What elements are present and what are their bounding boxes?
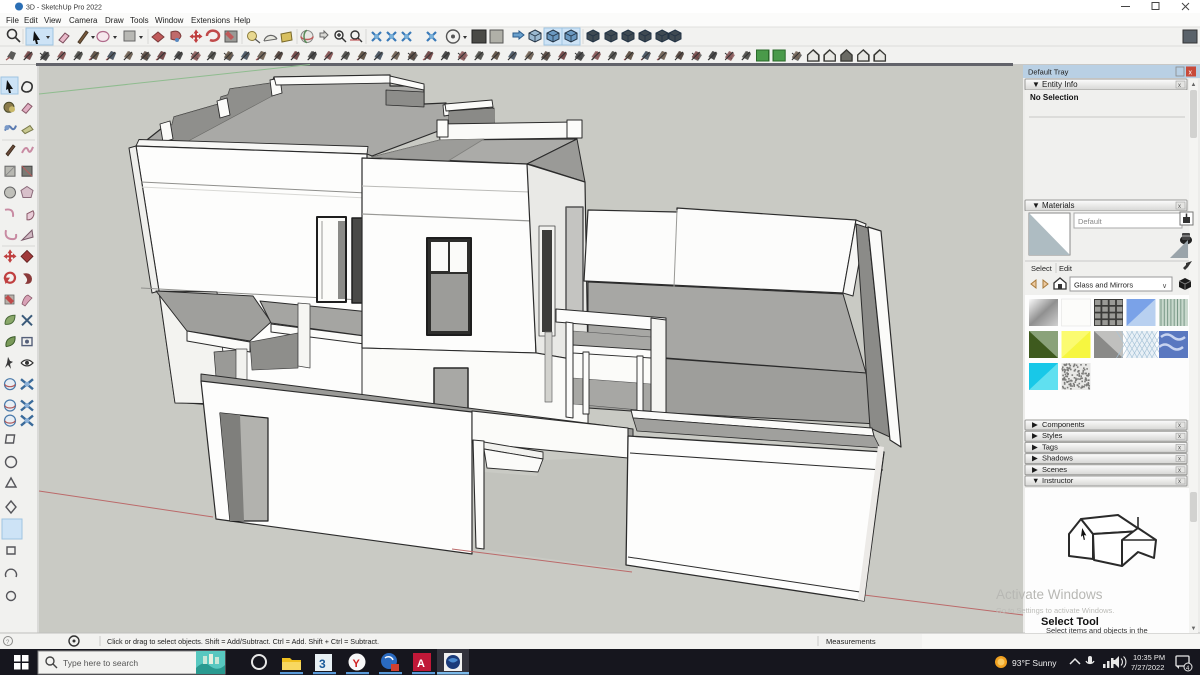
svg-text:Type here to search: Type here to search xyxy=(63,658,138,668)
svg-text:Help: Help xyxy=(234,16,251,25)
svg-text:Window: Window xyxy=(155,16,184,25)
svg-text:x: x xyxy=(1178,434,1181,440)
svg-text:Draw: Draw xyxy=(105,16,124,25)
svg-text:Tools: Tools xyxy=(130,16,149,25)
svg-text:▼: ▼ xyxy=(1032,476,1039,485)
svg-text:∨: ∨ xyxy=(1162,283,1167,290)
svg-text:Go to Settings to activate Win: Go to Settings to activate Windows. xyxy=(996,606,1114,615)
svg-text:▼: ▼ xyxy=(1032,80,1040,89)
svg-text:No Selection: No Selection xyxy=(1030,93,1079,102)
svg-text:Instructor: Instructor xyxy=(1042,476,1074,485)
svg-text:Select: Select xyxy=(1031,264,1053,273)
svg-text:93°F Sunny: 93°F Sunny xyxy=(1012,658,1057,668)
svg-text:3: 3 xyxy=(319,657,326,671)
svg-text:▼: ▼ xyxy=(1191,626,1197,632)
svg-text:▼: ▼ xyxy=(1032,201,1040,210)
svg-text:x: x xyxy=(1178,423,1181,429)
svg-text:View: View xyxy=(44,16,61,25)
svg-text:A: A xyxy=(417,658,425,670)
svg-text:x: x xyxy=(1189,70,1193,77)
svg-text:Edit: Edit xyxy=(1059,264,1073,273)
svg-text:Y: Y xyxy=(353,658,361,670)
svg-text:Click or drag to select object: Click or drag to select objects. Shift =… xyxy=(107,637,379,646)
svg-text:File: File xyxy=(6,16,19,25)
svg-text:x: x xyxy=(1178,204,1181,210)
svg-text:3D - SketchUp Pro 2022: 3D - SketchUp Pro 2022 xyxy=(26,5,102,12)
svg-text:Materials: Materials xyxy=(1042,201,1074,210)
svg-text:Measurements: Measurements xyxy=(826,637,876,646)
svg-text:Extensions: Extensions xyxy=(191,16,230,25)
svg-text:7/27/2022: 7/27/2022 xyxy=(1131,663,1164,672)
svg-text:Styles: Styles xyxy=(1042,431,1063,440)
svg-text:Camera: Camera xyxy=(69,16,98,25)
svg-text:▲: ▲ xyxy=(1191,82,1197,88)
svg-text:x: x xyxy=(1178,479,1181,485)
svg-text:Edit: Edit xyxy=(24,16,39,25)
svg-text:Scenes: Scenes xyxy=(1042,465,1067,474)
svg-text:Components: Components xyxy=(1042,420,1085,429)
svg-text:Default Tray: Default Tray xyxy=(1028,68,1069,77)
svg-text:Glass and Mirrors: Glass and Mirrors xyxy=(1074,281,1133,290)
svg-text:x: x xyxy=(1178,457,1181,463)
svg-text:Activate Windows: Activate Windows xyxy=(996,587,1103,602)
svg-text:x: x xyxy=(1178,468,1181,474)
svg-text:Default: Default xyxy=(1078,217,1103,226)
svg-text:x: x xyxy=(1178,83,1181,89)
svg-text:Entity Info: Entity Info xyxy=(1042,80,1078,89)
svg-text:Shadows: Shadows xyxy=(1042,454,1073,463)
svg-text:Tags: Tags xyxy=(1042,442,1058,451)
svg-text:x: x xyxy=(1178,445,1181,451)
svg-text:10:35 PM: 10:35 PM xyxy=(1133,653,1165,662)
svg-text:Select items and objects in th: Select items and objects in the xyxy=(1046,626,1148,635)
